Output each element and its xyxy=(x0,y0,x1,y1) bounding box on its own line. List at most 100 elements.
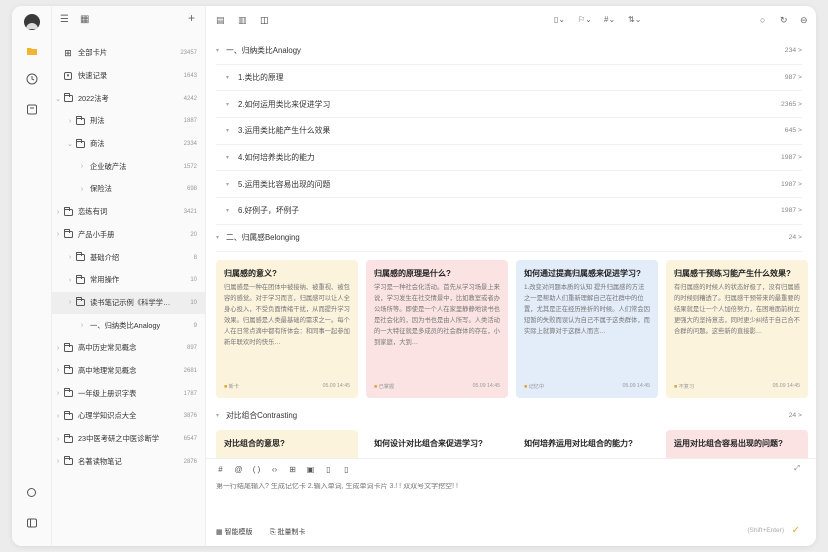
expand-icon[interactable]: ▾ xyxy=(226,127,229,134)
chevron-icon[interactable]: › xyxy=(66,299,74,306)
note-card[interactable]: 如何设计对比组合来促进学习? xyxy=(366,430,508,460)
card-mode-icon[interactable]: ◫ xyxy=(260,15,269,25)
note-card[interactable]: 归属感的原理是什么? 学习是一种社会化活动。首先从学习场景上来说，学习发生在社交… xyxy=(366,260,508,398)
chevron-icon[interactable]: › xyxy=(54,231,62,238)
section-contrasting[interactable]: ▾ 对比组合Contrasting 24 > xyxy=(216,402,802,429)
section-belonging[interactable]: ▾ 二、归属感Belonging 24 > xyxy=(216,225,802,252)
sidebar-item-label: 商法 xyxy=(90,139,105,149)
card-title: 归属感干预练习能产生什么效果? xyxy=(674,269,791,278)
note-card[interactable]: 归属感干预练习能产生什么效果? 有归属感的时候人的状态好极了，没有归属感的时候则… xyxy=(666,260,808,398)
chevron-icon[interactable]: › xyxy=(78,163,86,170)
expand-icon[interactable]: ▾ xyxy=(226,207,229,214)
list-item[interactable]: ▾ 5.运用类比容易出现的问题 1987 > xyxy=(216,171,802,199)
sidebar-item[interactable]: › 心理学知识点大全 3876 xyxy=(52,405,205,428)
batch-create-button[interactable]: ⎘ 批量制卡 xyxy=(270,527,306,537)
list-item[interactable]: ▾ 1.类比的原理 987 > xyxy=(216,65,802,92)
collapse-icon[interactable]: ▾ xyxy=(216,234,219,241)
expand-icon[interactable]: ⤢ xyxy=(794,465,800,473)
chevron-icon[interactable]: › xyxy=(54,367,62,374)
file-filter-icon[interactable]: ▯⌄ xyxy=(554,15,565,25)
mention-icon[interactable]: @ xyxy=(234,465,243,474)
smart-template-button[interactable]: ▦ 智能模版 xyxy=(216,527,253,537)
collapse-icon[interactable]: ▾ xyxy=(216,412,219,419)
sidebar-item[interactable]: › 常用操作 10 xyxy=(52,269,205,292)
list-item[interactable]: ▾ 3.运用类比能产生什么效果 645 > xyxy=(216,118,802,145)
chevron-icon[interactable]: › xyxy=(54,436,62,443)
sort-icon[interactable]: ⇅⌄ xyxy=(628,15,641,25)
expand-icon[interactable]: ▾ xyxy=(226,74,229,81)
image-icon[interactable]: ▣ xyxy=(306,465,315,474)
chevron-icon[interactable]: › xyxy=(54,209,62,216)
collapse-icon[interactable]: ▾ xyxy=(216,47,219,54)
list-item[interactable]: ▾ 6.好例子，坏例子 1987 > xyxy=(216,198,802,225)
chevron-icon[interactable]: › xyxy=(66,118,74,125)
chevron-icon[interactable]: › xyxy=(66,277,74,284)
list-view-icon[interactable]: ☰ xyxy=(60,15,69,25)
braces-icon[interactable]: ( ) xyxy=(252,465,261,474)
note-card[interactable]: 运用对比组合容易出现的问题? xyxy=(666,430,808,460)
sidebar-item[interactable]: › 23中医考研之中医诊断学 6547 xyxy=(52,428,205,451)
sidebar-item[interactable]: › 一、归纳类比Analogy 9 xyxy=(52,314,205,337)
search-icon[interactable]: ○ xyxy=(760,15,765,25)
sidebar-item[interactable]: › 基础介绍 8 xyxy=(52,246,205,269)
submit-check-icon[interactable]: ✓ xyxy=(792,526,800,536)
sidebar-item[interactable]: ⊞ 全部卡片 23457 xyxy=(52,42,205,65)
shortcut-hint: (Shift+Enter) xyxy=(747,527,784,534)
avatar[interactable] xyxy=(24,14,40,30)
sidebar-item[interactable]: › 恋练有词 3421 xyxy=(52,201,205,224)
sidebar-item[interactable]: › 高中地理常见概念 2681 xyxy=(52,360,205,383)
card-input[interactable] xyxy=(216,483,802,490)
sidebar-item[interactable]: › 名著读物笔记 2876 xyxy=(52,450,205,473)
sidebar-item[interactable]: › 企业破产法 1572 xyxy=(52,155,205,178)
sidebar-item[interactable]: › 读书笔记示例《科学学… 10 xyxy=(52,291,205,315)
refresh-icon[interactable]: ↻ xyxy=(780,15,788,25)
sidebar-item[interactable]: ⌄ 2022法考 4242 xyxy=(52,87,205,110)
code-icon[interactable]: ‹› xyxy=(270,465,279,474)
note-card[interactable]: 如何培养运用对比组合的能力? xyxy=(516,430,658,460)
file-icon[interactable]: ▯ xyxy=(324,465,333,474)
tag-filter-icon[interactable]: #⌄ xyxy=(604,15,615,25)
list-mode-icon[interactable]: ▤ xyxy=(216,15,225,25)
table-icon[interactable]: ⊞ xyxy=(288,465,297,474)
sidebar-item[interactable]: ▾ 快速记录 1643 xyxy=(52,65,205,88)
chevron-icon[interactable]: › xyxy=(78,186,86,193)
list-item[interactable]: ▾ 4.如何培养类比的能力 1987 > xyxy=(216,145,802,172)
section-analogy[interactable]: ▾ 一、归纳类比Analogy 234 > xyxy=(216,38,802,65)
clock-icon[interactable] xyxy=(25,72,39,86)
sidebar-item[interactable]: › 高中历史常见概念 897 xyxy=(52,337,205,360)
chevron-icon[interactable]: ⌄ xyxy=(54,95,62,103)
flag-filter-icon[interactable]: ⚐⌄ xyxy=(578,15,592,25)
list-item[interactable]: ▾ 2.如何运用类比来促进学习 2365 > xyxy=(216,91,802,119)
chevron-icon[interactable]: › xyxy=(54,345,62,352)
chevron-icon[interactable]: › xyxy=(54,390,62,397)
calendar-icon[interactable] xyxy=(25,102,39,116)
sidebar-item[interactable]: › 一年级上册识字表 1787 xyxy=(52,382,205,405)
attachment-icon[interactable]: ▯ xyxy=(342,465,351,474)
add-icon[interactable]: + xyxy=(188,12,195,24)
hashtag-icon[interactable]: # xyxy=(216,465,225,474)
sidebar-toggle-icon[interactable] xyxy=(25,516,39,530)
outline-list: ▾ 一、归纳类比Analogy 234 > ▾ 1.类比的原理 987 > ▾ 2… xyxy=(216,38,802,252)
more-icon[interactable]: ⊖ xyxy=(800,15,808,25)
grid-view-icon[interactable]: ▦ xyxy=(80,15,89,25)
sidebar-item[interactable]: › 保险法 698 xyxy=(52,178,205,201)
two-column-icon[interactable]: ▥ xyxy=(238,15,247,25)
chevron-icon[interactable]: › xyxy=(54,458,62,465)
expand-icon[interactable]: ▾ xyxy=(226,154,229,161)
note-card[interactable]: 对比组合的意思? xyxy=(216,430,358,460)
note-card[interactable]: 如何通过提高归属感来促进学习? 1.改变对问题本质的认知 提升归属感的方法之一是… xyxy=(516,260,658,398)
chevron-icon[interactable]: › xyxy=(66,254,74,261)
chevron-icon[interactable]: ⌄ xyxy=(66,140,74,148)
expand-icon[interactable]: ▾ xyxy=(226,101,229,108)
note-card[interactable]: 归属感的意义? 归属感是一种在团体中被接纳、被重视、被包容的感觉。对于学习而言，… xyxy=(216,260,358,398)
sidebar-item-count: 3876 xyxy=(183,413,197,420)
folder-icon[interactable] xyxy=(25,44,39,58)
sidebar-item[interactable]: › 刑法 1887 xyxy=(52,110,205,133)
search-icon[interactable] xyxy=(25,486,39,500)
card-body: 有归属感的时候人的状态好极了，没有归属感的时候则糟透了。归属感干预带来的最重要的… xyxy=(674,284,800,335)
chevron-icon[interactable]: › xyxy=(78,322,86,329)
sidebar-item[interactable]: ⌄ 商法 2334 xyxy=(52,133,205,156)
expand-icon[interactable]: ▾ xyxy=(226,181,229,188)
chevron-icon[interactable]: › xyxy=(54,413,62,420)
sidebar-item[interactable]: › 产品小手册 20 xyxy=(52,224,205,247)
